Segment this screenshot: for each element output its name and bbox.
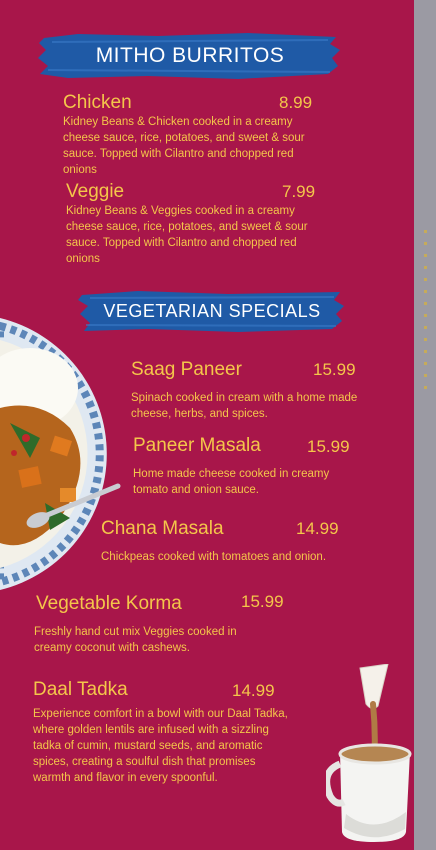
item-price: 14.99 xyxy=(232,681,275,700)
item-description: Kidney Beans & Chicken cooked in a cream… xyxy=(63,116,305,176)
chai-cup-image xyxy=(326,664,412,842)
item-price: 15.99 xyxy=(307,437,350,456)
item-description: Experience comfort in a bowl with our Da… xyxy=(33,708,288,784)
item-name: Vegetable Korma xyxy=(36,593,182,614)
item-price: 14.99 xyxy=(296,519,339,538)
item-name: Chana Masala xyxy=(101,518,224,539)
item-name: Daal Tadka xyxy=(33,679,128,700)
side-strip xyxy=(414,0,436,850)
section-banner-burritos: MITHO BURRITOS xyxy=(38,30,342,82)
section-title: VEGETARIAN SPECIALS xyxy=(103,300,321,321)
item-description: Kidney Beans & Veggies cooked in a cream… xyxy=(66,205,308,265)
item-description: Spinach cooked in cream with a home made… xyxy=(131,392,358,420)
item-name: Chicken xyxy=(63,92,132,113)
item-price: 8.99 xyxy=(279,93,313,112)
item-price: 15.99 xyxy=(313,360,356,379)
item-name: Veggie xyxy=(66,181,125,202)
item-description: Home made cheese cooked in creamy tomato… xyxy=(133,468,330,496)
item-price: 7.99 xyxy=(282,182,316,201)
item-name: Paneer Masala xyxy=(133,435,261,456)
item-description: Freshly hand cut mix Veggies cooked in c… xyxy=(34,626,237,654)
item-description: Chickpeas cooked with tomatoes and onion… xyxy=(101,551,327,563)
item-price: 15.99 xyxy=(241,592,284,611)
strip-texture xyxy=(424,230,427,390)
section-title: MITHO BURRITOS xyxy=(95,44,285,67)
item-name: Saag Paneer xyxy=(131,359,242,380)
